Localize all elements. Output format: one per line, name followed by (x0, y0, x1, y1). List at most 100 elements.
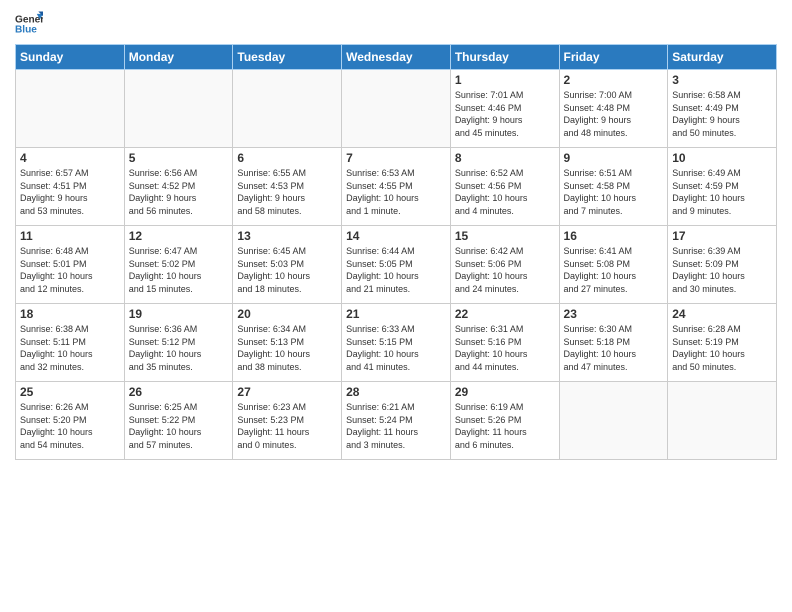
calendar-cell: 11 Sunrise: 6:48 AM Sunset: 5:01 PM Dayli… (16, 226, 125, 304)
calendar-table: SundayMondayTuesdayWednesdayThursdayFrid… (15, 44, 777, 460)
day-info: Sunrise: 6:58 AM Sunset: 4:49 PM Dayligh… (672, 89, 772, 139)
day-number: 23 (564, 307, 664, 321)
calendar-cell: 6 Sunrise: 6:55 AM Sunset: 4:53 PM Daylig… (233, 148, 342, 226)
day-number: 21 (346, 307, 446, 321)
day-number: 6 (237, 151, 337, 165)
weekday-header-row: SundayMondayTuesdayWednesdayThursdayFrid… (16, 45, 777, 70)
day-number: 25 (20, 385, 120, 399)
day-number: 13 (237, 229, 337, 243)
day-number: 29 (455, 385, 555, 399)
calendar-cell: 3 Sunrise: 6:58 AM Sunset: 4:49 PM Daylig… (668, 70, 777, 148)
weekday-header-friday: Friday (559, 45, 668, 70)
logo-icon: General Blue (15, 10, 43, 38)
calendar-cell: 7Sunrise: 6:53 AM Sunset: 4:55 PM Daylig… (342, 148, 451, 226)
calendar-cell: 24 Sunrise: 6:28 AM Sunset: 5:19 PM Dayli… (668, 304, 777, 382)
day-number: 3 (672, 73, 772, 87)
day-info: Sunrise: 6:31 AM Sunset: 5:16 PM Dayligh… (455, 323, 555, 373)
day-info: Sunrise: 6:19 AM Sunset: 5:26 PM Dayligh… (455, 401, 555, 451)
calendar-cell (342, 70, 451, 148)
day-number: 26 (129, 385, 229, 399)
calendar-cell (233, 70, 342, 148)
day-number: 9 (564, 151, 664, 165)
calendar-cell: 13 Sunrise: 6:45 AM Sunset: 5:03 PM Dayli… (233, 226, 342, 304)
day-number: 14 (346, 229, 446, 243)
calendar-cell: 15 Sunrise: 6:42 AM Sunset: 5:06 PM Dayli… (450, 226, 559, 304)
day-number: 27 (237, 385, 337, 399)
day-number: 4 (20, 151, 120, 165)
calendar-cell: 22 Sunrise: 6:31 AM Sunset: 5:16 PM Dayli… (450, 304, 559, 382)
day-info: Sunrise: 6:51 AM Sunset: 4:58 PM Dayligh… (564, 167, 664, 217)
day-info: Sunrise: 6:36 AM Sunset: 5:12 PM Dayligh… (129, 323, 229, 373)
weekday-header-sunday: Sunday (16, 45, 125, 70)
day-info: Sunrise: 6:23 AM Sunset: 5:23 PM Dayligh… (237, 401, 337, 451)
day-info: Sunrise: 6:25 AM Sunset: 5:22 PM Dayligh… (129, 401, 229, 451)
day-info: Sunrise: 6:39 AM Sunset: 5:09 PM Dayligh… (672, 245, 772, 295)
day-info: Sunrise: 6:38 AM Sunset: 5:11 PM Dayligh… (20, 323, 120, 373)
day-info: Sunrise: 6:28 AM Sunset: 5:19 PM Dayligh… (672, 323, 772, 373)
day-number: 24 (672, 307, 772, 321)
calendar-cell (124, 70, 233, 148)
day-number: 22 (455, 307, 555, 321)
day-number: 2 (564, 73, 664, 87)
day-number: 20 (237, 307, 337, 321)
day-info: Sunrise: 6:47 AM Sunset: 5:02 PM Dayligh… (129, 245, 229, 295)
calendar-cell: 2Sunrise: 7:00 AM Sunset: 4:48 PM Daylig… (559, 70, 668, 148)
day-info: Sunrise: 6:49 AM Sunset: 4:59 PM Dayligh… (672, 167, 772, 217)
day-info: Sunrise: 6:52 AM Sunset: 4:56 PM Dayligh… (455, 167, 555, 217)
weekday-header-saturday: Saturday (668, 45, 777, 70)
weekday-header-monday: Monday (124, 45, 233, 70)
calendar-cell: 9 Sunrise: 6:51 AM Sunset: 4:58 PM Daylig… (559, 148, 668, 226)
day-number: 17 (672, 229, 772, 243)
day-number: 18 (20, 307, 120, 321)
calendar-cell: 19 Sunrise: 6:36 AM Sunset: 5:12 PM Dayli… (124, 304, 233, 382)
calendar-cell: 26 Sunrise: 6:25 AM Sunset: 5:22 PM Dayli… (124, 382, 233, 460)
weekday-header-tuesday: Tuesday (233, 45, 342, 70)
day-number: 5 (129, 151, 229, 165)
calendar-cell: 29 Sunrise: 6:19 AM Sunset: 5:26 PM Dayli… (450, 382, 559, 460)
day-number: 10 (672, 151, 772, 165)
week-row-2: 4Sunrise: 6:57 AM Sunset: 4:51 PM Daylig… (16, 148, 777, 226)
calendar-cell: 10 Sunrise: 6:49 AM Sunset: 4:59 PM Dayli… (668, 148, 777, 226)
day-number: 1 (455, 73, 555, 87)
day-info: Sunrise: 7:01 AM Sunset: 4:46 PM Dayligh… (455, 89, 555, 139)
day-number: 12 (129, 229, 229, 243)
logo: General Blue (15, 10, 43, 38)
calendar-cell: 28 Sunrise: 6:21 AM Sunset: 5:24 PM Dayli… (342, 382, 451, 460)
day-number: 15 (455, 229, 555, 243)
day-info: Sunrise: 6:33 AM Sunset: 5:15 PM Dayligh… (346, 323, 446, 373)
day-number: 11 (20, 229, 120, 243)
day-info: Sunrise: 6:44 AM Sunset: 5:05 PM Dayligh… (346, 245, 446, 295)
day-number: 8 (455, 151, 555, 165)
calendar-cell: 12 Sunrise: 6:47 AM Sunset: 5:02 PM Dayli… (124, 226, 233, 304)
day-info: Sunrise: 6:45 AM Sunset: 5:03 PM Dayligh… (237, 245, 337, 295)
week-row-3: 11 Sunrise: 6:48 AM Sunset: 5:01 PM Dayli… (16, 226, 777, 304)
day-number: 28 (346, 385, 446, 399)
weekday-header-thursday: Thursday (450, 45, 559, 70)
calendar-cell: 1 Sunrise: 7:01 AM Sunset: 4:46 PM Daylig… (450, 70, 559, 148)
week-row-5: 25 Sunrise: 6:26 AM Sunset: 5:20 PM Dayli… (16, 382, 777, 460)
day-info: Sunrise: 6:21 AM Sunset: 5:24 PM Dayligh… (346, 401, 446, 451)
week-row-1: 1 Sunrise: 7:01 AM Sunset: 4:46 PM Daylig… (16, 70, 777, 148)
day-info: Sunrise: 6:53 AM Sunset: 4:55 PM Dayligh… (346, 167, 446, 217)
week-row-4: 18 Sunrise: 6:38 AM Sunset: 5:11 PM Dayli… (16, 304, 777, 382)
calendar-cell: 21 Sunrise: 6:33 AM Sunset: 5:15 PM Dayli… (342, 304, 451, 382)
calendar-cell: 17 Sunrise: 6:39 AM Sunset: 5:09 PM Dayli… (668, 226, 777, 304)
calendar-cell: 25 Sunrise: 6:26 AM Sunset: 5:20 PM Dayli… (16, 382, 125, 460)
calendar-cell: 23 Sunrise: 6:30 AM Sunset: 5:18 PM Dayli… (559, 304, 668, 382)
day-number: 16 (564, 229, 664, 243)
day-info: Sunrise: 6:30 AM Sunset: 5:18 PM Dayligh… (564, 323, 664, 373)
day-info: Sunrise: 6:55 AM Sunset: 4:53 PM Dayligh… (237, 167, 337, 217)
weekday-header-wednesday: Wednesday (342, 45, 451, 70)
calendar-cell: 16Sunrise: 6:41 AM Sunset: 5:08 PM Dayli… (559, 226, 668, 304)
header: General Blue (15, 10, 777, 38)
calendar-cell: 14 Sunrise: 6:44 AM Sunset: 5:05 PM Dayli… (342, 226, 451, 304)
day-info: Sunrise: 6:26 AM Sunset: 5:20 PM Dayligh… (20, 401, 120, 451)
svg-text:Blue: Blue (15, 25, 37, 36)
day-info: Sunrise: 6:48 AM Sunset: 5:01 PM Dayligh… (20, 245, 120, 295)
calendar-cell: 5Sunrise: 6:56 AM Sunset: 4:52 PM Daylig… (124, 148, 233, 226)
calendar-cell (559, 382, 668, 460)
calendar-cell: 27 Sunrise: 6:23 AM Sunset: 5:23 PM Dayli… (233, 382, 342, 460)
day-info: Sunrise: 6:34 AM Sunset: 5:13 PM Dayligh… (237, 323, 337, 373)
day-number: 19 (129, 307, 229, 321)
day-info: Sunrise: 6:42 AM Sunset: 5:06 PM Dayligh… (455, 245, 555, 295)
